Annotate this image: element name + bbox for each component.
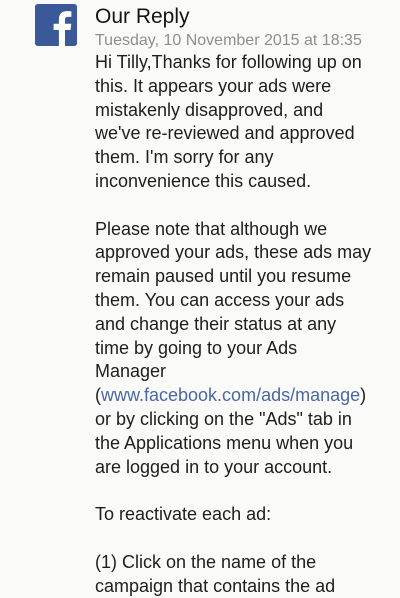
message-line: them. I'm sorry for any <box>95 147 274 168</box>
sender-name: Our Reply <box>95 5 190 28</box>
message-header: Our Reply Tuesday, 10 November 2015 at 1… <box>95 4 390 51</box>
message-line: mistakenly disapproved, and <box>95 99 324 120</box>
message-line: time by going to your Ads <box>95 337 298 358</box>
link-line: (www.facebook.com/ads/manage) <box>95 384 395 408</box>
message-line: we've re-reviewed and approved <box>95 123 355 144</box>
message-line: or by clicking on the "Ads" tab in <box>95 408 352 429</box>
message-line: them. You can access your ads <box>95 289 345 310</box>
paragraph-greeting: Hi Tilly,Thanks for following up on this… <box>95 51 395 194</box>
message-line: this. It appears your ads were <box>95 75 332 96</box>
message-line: Manager <box>95 361 167 382</box>
paragraph-reactivate: To reactivate each ad: <box>95 503 395 527</box>
message-line: inconvenience this caused. <box>95 170 312 191</box>
ads-manager-link[interactable]: www.facebook.com/ads/manage <box>101 385 360 405</box>
paragraph-steps: (1) Click on the name of the campaign th… <box>95 551 395 598</box>
message-line: campaign that contains the ad <box>95 575 336 596</box>
paragraph-note: Please note that although we approved yo… <box>95 218 395 480</box>
message-line: are logged in to your account. <box>95 456 333 477</box>
message-line: the Applications menu when you <box>95 432 354 453</box>
message-line: Please note that although we <box>95 218 328 239</box>
message-line: and change their status at any <box>95 313 337 334</box>
message-line: To reactivate each ad: <box>95 504 272 525</box>
message-line: (1) Click on the name of the <box>95 551 317 572</box>
message-line: remain paused until you resume <box>95 266 352 287</box>
message-line: Hi Tilly,Thanks for following up on <box>95 52 362 72</box>
message-line: approved your ads, these ads may <box>95 242 372 263</box>
message-body: Hi Tilly,Thanks for following up on this… <box>95 51 395 598</box>
facebook-logo-icon <box>35 4 77 46</box>
message-timestamp: Tuesday, 10 November 2015 at 18:35 <box>95 32 362 49</box>
facebook-avatar <box>35 4 77 46</box>
link-suffix: ) <box>360 385 367 406</box>
